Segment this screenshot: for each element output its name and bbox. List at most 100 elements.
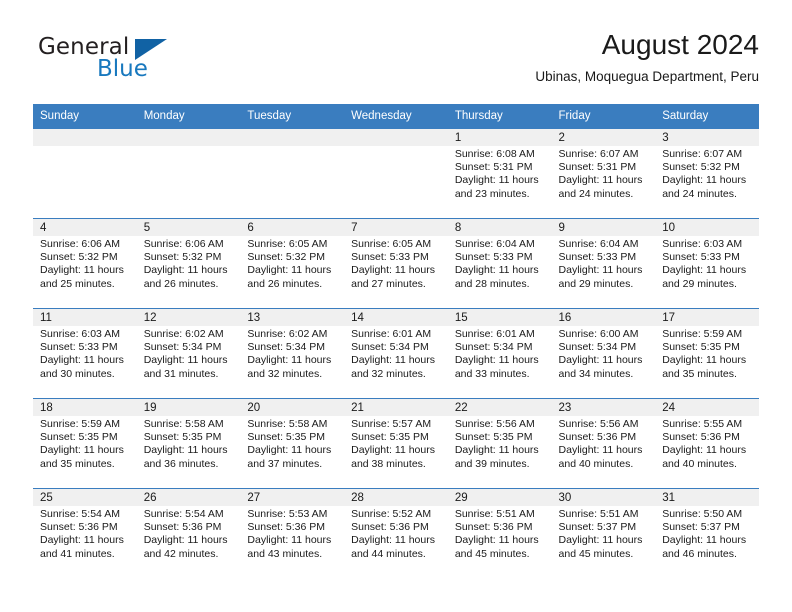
detail-sunrise: Sunrise: 5:59 AM	[40, 418, 120, 430]
day-details: Sunrise: 5:51 AM Sunset: 5:37 PM Daylight:…	[552, 506, 656, 561]
calendar-day-cell[interactable]: 20 Sunrise: 5:58 AM Sunset: 5:35 PM Dayligh…	[240, 398, 345, 489]
calendar-day-cell[interactable]: 27 Sunrise: 5:53 AM Sunset: 5:36 PM Dayligh…	[240, 488, 345, 578]
detail-daylight-1: Daylight: 11 hours	[454, 534, 539, 547]
day-details: Sunrise: 6:07 AM Sunset: 5:32 PM Daylight:…	[655, 146, 759, 201]
day-cell-inner: 31 Sunrise: 5:50 AM Sunset: 5:37 PM Dayligh…	[655, 489, 759, 578]
calendar-day-cell[interactable]: 18 Sunrise: 5:59 AM Sunset: 5:35 PM Dayligh…	[33, 398, 137, 489]
calendar-day-cell[interactable]: 14 Sunrise: 6:01 AM Sunset: 5:34 PM Dayligh…	[344, 308, 448, 399]
detail-sunset: Sunset: 5:35 PM	[454, 431, 533, 444]
calendar-day-cell[interactable]: 1 Sunrise: 6:08 AM Sunset: 5:31 PM Daylight…	[447, 129, 552, 219]
detail-daylight-1: Daylight: 11 hours	[454, 174, 539, 187]
calendar-day-cell-empty	[136, 129, 241, 219]
day-cell-inner: 12 Sunrise: 6:02 AM Sunset: 5:34 PM Dayligh…	[136, 309, 241, 398]
calendar-week-row: 18 Sunrise: 5:59 AM Sunset: 5:35 PM Dayligh…	[33, 398, 759, 489]
day-details: Sunrise: 6:00 AM Sunset: 5:34 PM Daylight:…	[552, 326, 656, 381]
calendar-day-cell[interactable]: 15 Sunrise: 6:01 AM Sunset: 5:34 PM Dayligh…	[447, 308, 552, 399]
day-number: 29	[447, 489, 552, 506]
weekday-header-saturday: Saturday	[655, 104, 759, 129]
day-cell-inner: 10 Sunrise: 6:03 AM Sunset: 5:33 PM Dayligh…	[655, 219, 759, 308]
calendar-day-cell[interactable]: 28 Sunrise: 5:52 AM Sunset: 5:36 PM Dayligh…	[344, 488, 448, 578]
day-number: 14	[344, 309, 448, 326]
calendar-day-cell[interactable]: 8 Sunrise: 6:04 AM Sunset: 5:33 PM Daylight…	[447, 218, 552, 309]
title-block: August 2024 Ubinas, Moquegua Department,…	[535, 28, 759, 85]
detail-sunrise: Sunrise: 5:50 AM	[662, 508, 743, 520]
calendar-day-cell[interactable]: 16 Sunrise: 6:00 AM Sunset: 5:34 PM Dayligh…	[551, 308, 656, 399]
detail-daylight-1: Daylight: 11 hours	[143, 534, 228, 547]
day-details: Sunrise: 5:59 AM Sunset: 5:35 PM Daylight:…	[33, 416, 137, 471]
day-details: Sunrise: 5:51 AM Sunset: 5:36 PM Daylight:…	[448, 506, 552, 561]
detail-sunrise: Sunrise: 6:05 AM	[247, 238, 328, 250]
calendar-day-cell[interactable]: 29 Sunrise: 5:51 AM Sunset: 5:36 PM Dayligh…	[447, 488, 552, 578]
calendar-day-cell[interactable]: 30 Sunrise: 5:51 AM Sunset: 5:37 PM Dayligh…	[551, 488, 656, 578]
day-cell-inner: 4 Sunrise: 6:06 AM Sunset: 5:32 PM Daylight…	[33, 219, 137, 308]
calendar-day-cell[interactable]: 17 Sunrise: 5:59 AM Sunset: 5:35 PM Dayligh…	[655, 308, 759, 399]
calendar-day-cell[interactable]: 3 Sunrise: 6:07 AM Sunset: 5:32 PM Daylight…	[655, 129, 759, 219]
calendar-day-cell[interactable]: 12 Sunrise: 6:02 AM Sunset: 5:34 PM Dayligh…	[136, 308, 241, 399]
detail-sunset: Sunset: 5:36 PM	[143, 521, 222, 534]
detail-daylight-1: Daylight: 11 hours	[662, 264, 747, 277]
day-number: 31	[655, 489, 759, 506]
day-number: 16	[551, 309, 656, 326]
calendar-day-cell[interactable]: 2 Sunrise: 6:07 AM Sunset: 5:31 PM Daylight…	[551, 129, 656, 219]
day-number: 28	[344, 489, 448, 506]
detail-daylight-1: Daylight: 11 hours	[143, 354, 228, 367]
detail-sunrise: Sunrise: 6:07 AM	[558, 148, 639, 160]
day-number: 1	[447, 129, 552, 146]
day-cell-inner: 23 Sunrise: 5:56 AM Sunset: 5:36 PM Dayligh…	[551, 399, 656, 488]
detail-daylight-1: Daylight: 11 hours	[351, 354, 435, 367]
sunrise-sunset-calendar: Sunday Monday Tuesday Wednesday Thursday…	[33, 104, 759, 578]
detail-sunset: Sunset: 5:32 PM	[40, 251, 118, 264]
day-cell-inner: 25 Sunrise: 5:54 AM Sunset: 5:36 PM Dayligh…	[33, 489, 137, 578]
day-number: 20	[240, 399, 345, 416]
detail-sunset: Sunset: 5:34 PM	[351, 341, 429, 354]
detail-daylight-1: Daylight: 11 hours	[247, 444, 332, 457]
day-number: 12	[136, 309, 241, 326]
general-blue-logo[interactable]: General Blue	[38, 34, 218, 90]
calendar-day-cell[interactable]: 23 Sunrise: 5:56 AM Sunset: 5:36 PM Dayligh…	[551, 398, 656, 489]
detail-sunset: Sunset: 5:34 PM	[143, 341, 222, 354]
day-number	[136, 129, 241, 146]
calendar-day-cell[interactable]: 6 Sunrise: 6:05 AM Sunset: 5:32 PM Daylight…	[240, 218, 345, 309]
detail-sunrise: Sunrise: 5:56 AM	[454, 418, 535, 430]
calendar-day-cell[interactable]: 24 Sunrise: 5:55 AM Sunset: 5:36 PM Dayligh…	[655, 398, 759, 489]
day-details: Sunrise: 6:06 AM Sunset: 5:32 PM Daylight:…	[137, 236, 241, 291]
detail-sunrise: Sunrise: 5:52 AM	[351, 508, 432, 520]
detail-daylight-1: Daylight: 11 hours	[662, 174, 747, 187]
weekday-header-wednesday: Wednesday	[344, 104, 448, 129]
detail-sunrise: Sunrise: 6:07 AM	[662, 148, 743, 160]
calendar-day-cell[interactable]: 13 Sunrise: 6:02 AM Sunset: 5:34 PM Dayligh…	[240, 308, 345, 399]
detail-sunset: Sunset: 5:37 PM	[558, 521, 637, 534]
calendar-day-cell[interactable]: 9 Sunrise: 6:04 AM Sunset: 5:33 PM Daylight…	[551, 218, 656, 309]
detail-sunset: Sunset: 5:35 PM	[351, 431, 429, 444]
calendar-day-cell[interactable]: 11 Sunrise: 6:03 AM Sunset: 5:33 PM Dayligh…	[33, 308, 137, 399]
day-number: 21	[344, 399, 448, 416]
weekday-header-sunday: Sunday	[33, 104, 137, 129]
calendar-day-cell[interactable]: 26 Sunrise: 5:54 AM Sunset: 5:36 PM Dayligh…	[136, 488, 241, 578]
day-number: 15	[447, 309, 552, 326]
calendar-day-cell[interactable]: 31 Sunrise: 5:50 AM Sunset: 5:37 PM Dayligh…	[655, 488, 759, 578]
calendar-day-cell[interactable]: 22 Sunrise: 5:56 AM Sunset: 5:35 PM Dayligh…	[447, 398, 552, 489]
detail-daylight-1: Daylight: 11 hours	[454, 354, 539, 367]
calendar-day-cell[interactable]: 10 Sunrise: 6:03 AM Sunset: 5:33 PM Dayligh…	[655, 218, 759, 309]
weekday-header-tuesday: Tuesday	[240, 104, 345, 129]
detail-sunset: Sunset: 5:36 PM	[351, 521, 429, 534]
detail-daylight-2: and 41 minutes.	[40, 547, 115, 560]
calendar-day-cell[interactable]: 7 Sunrise: 6:05 AM Sunset: 5:33 PM Daylight…	[344, 218, 448, 309]
day-cell-inner: 9 Sunrise: 6:04 AM Sunset: 5:33 PM Daylight…	[551, 219, 656, 308]
calendar-day-cell[interactable]: 21 Sunrise: 5:57 AM Sunset: 5:35 PM Dayligh…	[344, 398, 448, 489]
detail-daylight-2: and 27 minutes.	[351, 277, 426, 290]
day-cell-inner: 26 Sunrise: 5:54 AM Sunset: 5:36 PM Dayligh…	[136, 489, 241, 578]
calendar-day-cell[interactable]: 4 Sunrise: 6:06 AM Sunset: 5:32 PM Daylight…	[33, 218, 137, 309]
calendar-day-cell[interactable]: 25 Sunrise: 5:54 AM Sunset: 5:36 PM Dayligh…	[33, 488, 137, 578]
detail-sunset: Sunset: 5:34 PM	[247, 341, 326, 354]
location-subtitle: Ubinas, Moquegua Department, Peru	[535, 69, 759, 84]
detail-sunrise: Sunrise: 6:06 AM	[40, 238, 120, 250]
calendar-day-cell[interactable]: 5 Sunrise: 6:06 AM Sunset: 5:32 PM Daylight…	[136, 218, 241, 309]
calendar-day-cell[interactable]: 19 Sunrise: 5:58 AM Sunset: 5:35 PM Dayligh…	[136, 398, 241, 489]
detail-sunset: Sunset: 5:34 PM	[558, 341, 637, 354]
detail-sunset: Sunset: 5:32 PM	[662, 161, 740, 174]
detail-sunrise: Sunrise: 6:04 AM	[558, 238, 639, 250]
day-cell-inner: 3 Sunrise: 6:07 AM Sunset: 5:32 PM Daylight…	[655, 129, 759, 218]
detail-daylight-1: Daylight: 11 hours	[40, 534, 124, 547]
detail-sunrise: Sunrise: 5:53 AM	[247, 508, 328, 520]
